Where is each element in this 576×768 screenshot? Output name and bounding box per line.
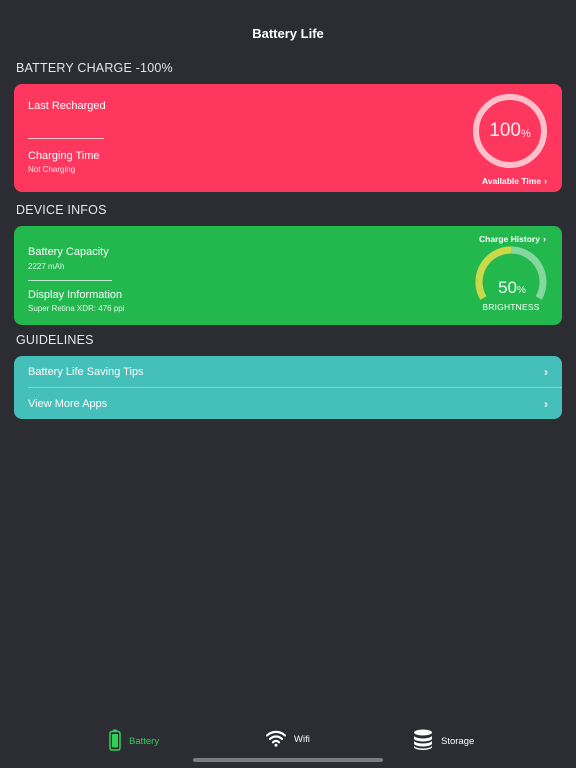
chevron-right-icon: › (544, 396, 548, 411)
battery-section-title: BATTERY CHARGE -100% (16, 61, 173, 75)
charge-ring: 100% (471, 92, 549, 170)
battery-charge-card: Last Recharged Charging Time Not Chargin… (14, 84, 562, 192)
tab-label: Battery (129, 736, 160, 747)
charge-unit: % (520, 128, 531, 140)
chevron-right-icon: › (542, 234, 546, 244)
tab-bar: Battery Wifi Storage (0, 725, 576, 759)
display-information-label: Display Information (28, 289, 123, 301)
home-indicator (193, 758, 383, 762)
charging-status: Not Charging (28, 165, 76, 174)
available-time-label: Available Time (482, 176, 542, 186)
tab-label: Storage (441, 736, 475, 747)
guidelines-section-title: GUIDELINES (16, 333, 94, 347)
available-time-link[interactable]: Available Time › (482, 176, 547, 186)
battery-icon (109, 729, 121, 754)
charge-history-link[interactable]: Charge History › (479, 234, 546, 244)
charging-time-label: Charging Time (28, 150, 100, 162)
device-info-card: Charge History › Battery Capacity 2227 m… (14, 226, 562, 325)
tab-battery[interactable]: Battery (109, 729, 159, 754)
guideline-item-label: View More Apps (28, 397, 108, 410)
last-recharged-label: Last Recharged (28, 100, 106, 112)
battery-capacity-label: Battery Capacity (28, 246, 109, 258)
guideline-item-saving-tips[interactable]: Battery Life Saving Tips › (14, 356, 562, 387)
tab-wifi[interactable]: Wifi (265, 729, 310, 750)
chevron-right-icon: › (544, 176, 548, 186)
guidelines-card: Battery Life Saving Tips › View More App… (14, 356, 562, 419)
guideline-item-more-apps[interactable]: View More Apps › (14, 388, 562, 419)
chevron-right-icon: › (544, 364, 548, 379)
brightness-value: 50 (498, 278, 517, 297)
tab-label: Wifi (294, 734, 310, 745)
guideline-item-label: Battery Life Saving Tips (28, 365, 144, 378)
display-information-value: Super Retina XDR: 476 ppi (28, 304, 125, 313)
brightness-percentage: 50% (480, 278, 544, 298)
storage-icon (413, 729, 433, 754)
device-section-title: DEVICE INFOS (16, 203, 107, 217)
wifi-icon (265, 729, 287, 750)
charge-value: 100 (489, 120, 521, 141)
battery-capacity-value: 2227 mAh (28, 262, 65, 271)
brightness-unit: % (517, 285, 526, 296)
page-title: Battery Life (252, 26, 324, 41)
charge-percentage: 100% (471, 92, 549, 170)
tab-storage[interactable]: Storage (413, 729, 474, 754)
brightness-label: BRIGHTNESS (482, 302, 540, 312)
charge-history-label: Charge History (479, 234, 540, 244)
battery-card-divider (28, 138, 104, 139)
device-card-divider (28, 280, 112, 281)
